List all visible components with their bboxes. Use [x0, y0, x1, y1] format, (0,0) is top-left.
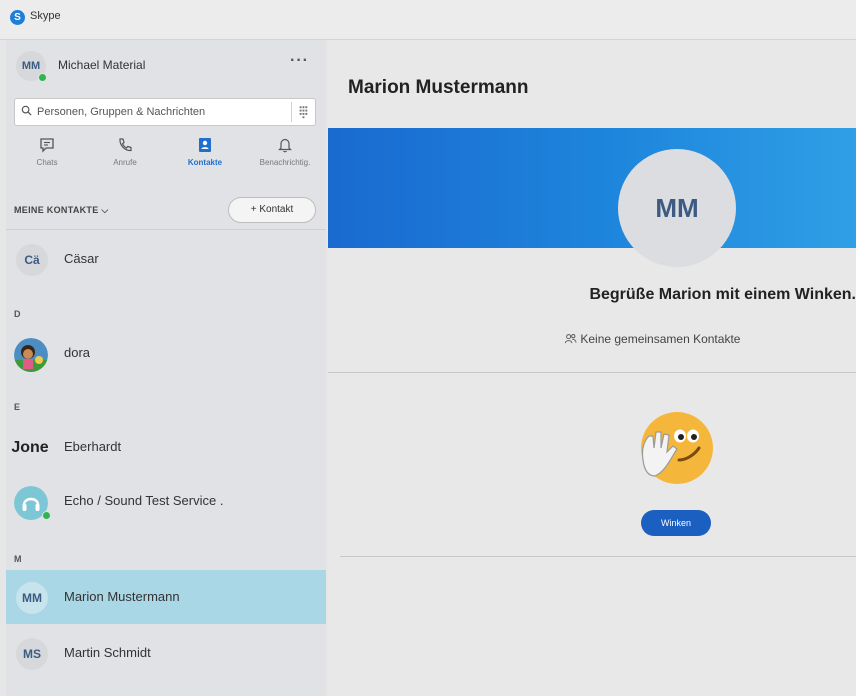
- more-options-button[interactable]: ···: [290, 52, 309, 70]
- contact-item-echo[interactable]: Echo / Sound Test Service .: [6, 474, 326, 528]
- contacts-header: MEINE KONTAKTE ⌵ + Kontakt: [6, 190, 326, 230]
- search-box[interactable]: [14, 98, 316, 126]
- profile-banner: [328, 128, 856, 248]
- title-bar: S Skype: [0, 0, 856, 40]
- search-icon: [21, 105, 32, 116]
- contact-name: Echo / Sound Test Service .: [64, 493, 224, 508]
- contact-item-marion-mustermann[interactable]: MM Marion Mustermann: [6, 570, 326, 624]
- tab-contacts-label: Kontakte: [187, 158, 223, 167]
- contact-photo-avatar: [14, 338, 48, 372]
- people-icon: [564, 334, 577, 344]
- tab-chats-label: Chats: [36, 158, 58, 167]
- skype-window: S Skype MM Michael Material ··· Personen…: [0, 0, 856, 696]
- contact-avatar: Cä: [16, 244, 48, 276]
- contact-name: Martin Schmidt: [64, 645, 151, 660]
- contact-item-dora[interactable]: dora: [6, 326, 326, 380]
- contact-name: Cäsar: [64, 251, 99, 266]
- greeting-text: Begrüße Marion mit einem Winken.: [589, 286, 856, 303]
- bell-icon: [278, 138, 292, 153]
- online-status-icon: [42, 511, 51, 520]
- sidebar: MM Michael Material ··· Personen, Gruppe…: [6, 40, 326, 696]
- contact-item-eberhardt[interactable]: Jone Eberhardt: [6, 420, 326, 474]
- contact-avatar-text: Jone: [11, 439, 49, 456]
- contact-item-martin-schmidt[interactable]: MS Martin Schmidt: [6, 626, 326, 680]
- search-input[interactable]: [37, 102, 277, 122]
- tab-notifications-label: Benachrichtig.: [259, 158, 311, 167]
- add-contact-button[interactable]: + Kontakt: [228, 197, 316, 223]
- chat-icon: [40, 138, 54, 153]
- wave-emoji-icon: [641, 412, 713, 484]
- wave-button[interactable]: Winken: [641, 510, 711, 536]
- tab-contacts[interactable]: Kontakte: [172, 136, 238, 178]
- section-header-m: M: [14, 554, 22, 564]
- dialpad-icon[interactable]: [291, 102, 313, 122]
- skype-logo-icon: S: [10, 10, 25, 25]
- section-divider: [328, 372, 856, 373]
- phone-icon: [119, 138, 132, 152]
- contact-name: dora: [64, 345, 91, 360]
- tab-calls-label: Anrufe: [113, 158, 137, 167]
- contacts-filter-dropdown[interactable]: MEINE KONTAKTE ⌵: [14, 205, 108, 216]
- contact-item-caesar[interactable]: Cä Cäsar: [6, 232, 326, 286]
- contact-profile-panel: Marion Mustermann MM Begrüße Marion mit …: [328, 40, 856, 696]
- contact-name: Eberhardt: [64, 439, 122, 454]
- profile-bar[interactable]: MM Michael Material ···: [6, 40, 326, 90]
- section-header-d: D: [14, 309, 21, 319]
- profile-name[interactable]: Michael Material: [58, 58, 145, 72]
- tab-calls[interactable]: Anrufe: [92, 136, 158, 178]
- contact-avatar: MM: [16, 582, 48, 614]
- contact-large-avatar: MM: [618, 149, 736, 267]
- contact-name: Marion Mustermann: [64, 589, 180, 604]
- online-status-icon: [38, 73, 47, 82]
- section-divider: [340, 556, 856, 557]
- contacts-icon: [199, 138, 211, 152]
- tab-notifications[interactable]: Benachrichtig.: [252, 136, 318, 178]
- section-header-e: E: [14, 402, 21, 412]
- mutual-contacts-text: Keine gemeinsamen Kontakte: [580, 332, 741, 346]
- tab-chats[interactable]: Chats: [14, 136, 80, 178]
- contact-title: Marion Mustermann: [348, 77, 529, 98]
- window-title: Skype: [30, 10, 61, 22]
- mutual-contacts-info: Keine gemeinsamen Kontakte: [564, 332, 740, 346]
- contact-avatar: MS: [16, 638, 48, 670]
